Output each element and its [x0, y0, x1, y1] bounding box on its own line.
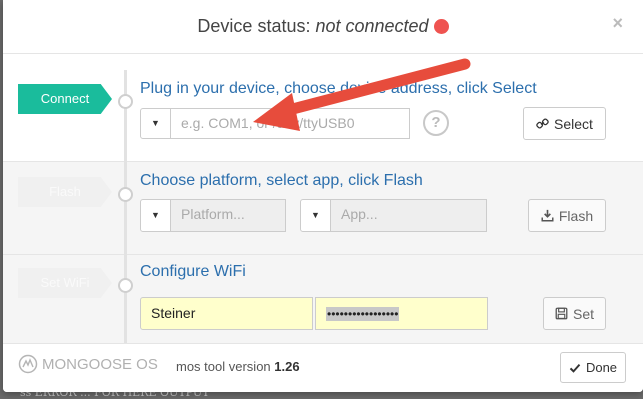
select-button[interactable]: Select	[523, 107, 606, 140]
check-icon	[569, 363, 581, 373]
version-number: 1.26	[274, 359, 300, 374]
logo-text: MONGOOSE OS	[42, 355, 158, 373]
step-tag-flash: Flash	[18, 177, 112, 207]
version-text: mos tool version 1.26	[176, 359, 300, 374]
set-wifi-button[interactable]: Set	[543, 297, 606, 330]
flash-button-label: Flash	[558, 207, 594, 224]
save-icon	[555, 307, 568, 320]
help-icon[interactable]: ?	[423, 110, 449, 136]
done-button-label: Done	[585, 360, 618, 375]
select-button-label: Select	[554, 115, 593, 132]
close-icon[interactable]: ×	[612, 13, 623, 34]
flash-step-title: Choose platform, select app, click Flash	[140, 172, 423, 189]
timeline-node-connect	[118, 94, 133, 109]
flash-button[interactable]: Flash	[528, 199, 606, 232]
platform-dropdown-button[interactable]: ▼	[140, 199, 171, 232]
timeline-node-wifi	[118, 278, 133, 293]
connection-status: not connected	[315, 16, 429, 36]
timeline-node-flash	[118, 187, 133, 202]
mongoose-logo-icon	[18, 354, 38, 374]
step-tag-wifi: Set WiFi	[18, 268, 112, 298]
wifi-step-title: Configure WiFi	[140, 263, 246, 280]
port-input[interactable]: e.g. COM1, or /dev/ttyUSB0	[170, 108, 410, 139]
port-dropdown-button[interactable]: ▼	[140, 108, 171, 139]
wifi-password-input[interactable]: •••••••••••••••••	[315, 297, 488, 330]
password-value: •••••••••••••••••	[326, 307, 400, 321]
link-icon	[536, 118, 549, 129]
modal-header: Device status: not connected ×	[3, 0, 643, 54]
timeline-line	[124, 70, 127, 343]
modal-footer: MONGOOSE OS mos tool version 1.26 Done	[3, 344, 643, 392]
modal-title: Device status: not connected	[3, 16, 643, 37]
device-status-modal: Device status: not connected × Connect F…	[3, 0, 643, 392]
title-prefix: Device status:	[197, 16, 316, 36]
download-icon	[541, 209, 554, 222]
connect-step-title: Plug in your device, choose device addre…	[140, 80, 537, 97]
app-dropdown-button[interactable]: ▼	[300, 199, 331, 232]
mongoose-os-logo: MONGOOSE OS	[18, 354, 158, 374]
done-button[interactable]: Done	[560, 352, 626, 383]
set-button-label: Set	[572, 305, 594, 322]
app-select[interactable]: App...	[330, 199, 487, 232]
version-prefix: mos tool version	[176, 359, 275, 374]
step-tag-connect: Connect	[18, 84, 112, 114]
platform-select[interactable]: Platform...	[170, 199, 286, 232]
wifi-ssid-input[interactable]: Steiner	[140, 297, 313, 330]
status-dot-icon	[433, 19, 449, 34]
